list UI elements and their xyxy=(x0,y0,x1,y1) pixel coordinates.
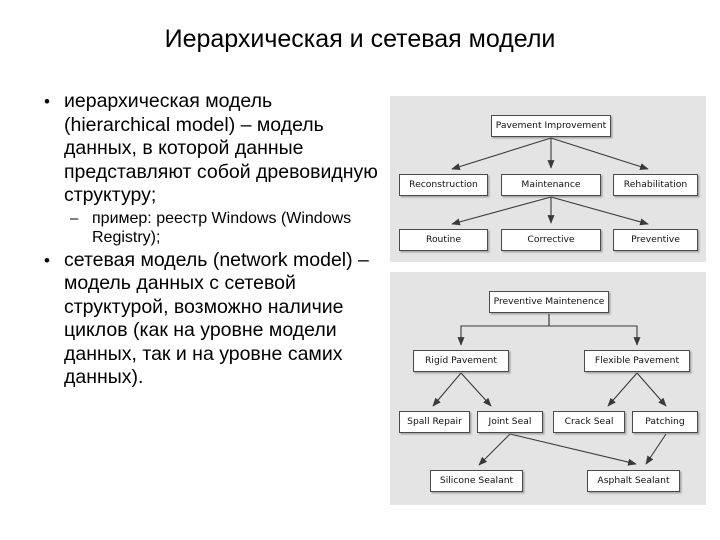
node-label: Reconstruction xyxy=(409,179,478,190)
node-label: Crack Seal xyxy=(564,416,614,427)
list-item-text: иерархическая модель (hierarchical model… xyxy=(64,90,378,206)
bullet-list: • иерархическая модель (hierarchical mod… xyxy=(36,90,381,390)
node-preventive-maintenence[interactable]: Preventive Maintenence xyxy=(489,291,609,313)
node-label: Rehabilitation xyxy=(623,179,688,190)
dash-marker-icon: – xyxy=(70,209,79,227)
node-label: Patching xyxy=(645,416,685,427)
node-reconstruction[interactable]: Reconstruction xyxy=(399,174,488,196)
node-label: Joint Seal xyxy=(488,416,532,427)
node-joint-seal[interactable]: Joint Seal xyxy=(477,411,543,433)
node-corrective[interactable]: Corrective xyxy=(501,229,601,251)
node-label: Pavement Improvement xyxy=(495,120,607,131)
node-maintenance[interactable]: Maintenance xyxy=(501,174,601,196)
node-label: Preventive Maintenence xyxy=(493,296,605,307)
node-silicone-sealant[interactable]: Silicone Sealant xyxy=(430,470,523,492)
list-item-text: пример: реестр Windows (Windows Registry… xyxy=(92,209,352,246)
node-label: Spall Repair xyxy=(407,416,462,427)
node-flexible-pavement[interactable]: Flexible Pavement xyxy=(584,350,690,372)
node-rehabilitation[interactable]: Rehabilitation xyxy=(613,174,698,196)
node-rigid-pavement[interactable]: Rigid Pavement xyxy=(413,350,509,372)
list-item: – пример: реестр Windows (Windows Regist… xyxy=(36,209,381,247)
node-asphalt-sealant[interactable]: Asphalt Sealant xyxy=(587,470,680,492)
node-label: Routine xyxy=(425,234,462,245)
node-preventive[interactable]: Preventive xyxy=(613,229,698,251)
node-label: Asphalt Sealant xyxy=(597,475,670,486)
node-label: Rigid Pavement xyxy=(425,355,497,366)
bullet-marker-icon: • xyxy=(44,92,50,111)
node-label: Preventive xyxy=(631,234,680,245)
node-label: Maintenance xyxy=(521,179,581,190)
node-label: Flexible Pavement xyxy=(594,355,680,366)
node-routine[interactable]: Routine xyxy=(399,229,488,251)
hierarchical-model-diagram: Pavement Improvement Reconstruction Main… xyxy=(390,96,706,262)
page-title: Иерархическая и сетевая модели xyxy=(164,25,556,53)
node-label: Silicone Sealant xyxy=(439,475,514,486)
node-label: Corrective xyxy=(527,234,575,245)
node-spall-repair[interactable]: Spall Repair xyxy=(399,411,470,433)
list-item-text: сетевая модель (network model) – модель … xyxy=(64,248,369,389)
list-item: • иерархическая модель (hierarchical mod… xyxy=(36,90,381,208)
node-crack-seal[interactable]: Crack Seal xyxy=(553,411,625,433)
bullet-marker-icon: • xyxy=(44,250,50,270)
network-model-diagram: Preventive Maintenence Rigid Pavement Fl… xyxy=(390,272,706,505)
node-pavement-improvement[interactable]: Pavement Improvement xyxy=(491,115,611,137)
list-item: • сетевая модель (network model) – модел… xyxy=(36,249,381,390)
node-patching[interactable]: Patching xyxy=(632,411,698,433)
